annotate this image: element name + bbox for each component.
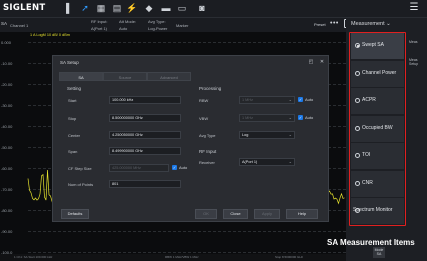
bandwidth-text: RBW 1 MHz/VBW 1 MHz <box>165 255 199 259</box>
tab-source[interactable]: Source <box>103 72 147 81</box>
cf-step-field[interactable]: 425.000000 MHz <box>109 164 169 172</box>
dock-icon[interactable]: ◰ <box>308 59 314 65</box>
plot-status-bar: 1 Ch1: SA Start 100.000 kHz RBW 1 MHz/VB… <box>0 254 346 261</box>
tab-advanced[interactable]: Advanced <box>147 72 191 81</box>
vbw-value: 1 MHz <box>242 116 253 120</box>
mode-button-value: SA <box>376 252 382 256</box>
processing-section-title: Processing <box>199 86 222 91</box>
mode-sa-button[interactable]: Mode SA <box>373 247 385 258</box>
vbw-field[interactable]: 1 MHz ⌄ <box>239 114 295 122</box>
stop-freq-text: Stop 8.5000000 GHz <box>275 255 304 259</box>
close-button[interactable]: Close <box>223 209 248 219</box>
rbw-field[interactable]: 1 MHz ⌄ <box>239 96 295 104</box>
tab-sa[interactable]: SA <box>59 72 103 81</box>
meas-side-label[interactable]: Meas <box>409 40 418 44</box>
apply-button[interactable]: Apply <box>254 209 280 219</box>
stop-field[interactable]: 8.500000000 GHz <box>109 114 181 122</box>
receiver-select[interactable]: A(Port 1) ⌄ <box>239 158 295 166</box>
avg-type-value: Log <box>242 133 249 137</box>
receiver-label: Receiver <box>199 160 215 165</box>
cf-step-label: CF Step Size <box>68 166 92 171</box>
avg-type-select[interactable]: Log ⌄ <box>239 131 295 139</box>
measurement-title[interactable]: Measurement ⌄ <box>351 21 391 27</box>
sa-setup-dialog: SA Setup ◰ ✕ SA Source Advanced Setting … <box>52 55 329 222</box>
rbw-label: RBW <box>199 98 209 103</box>
measurement-items-highlight <box>349 32 406 226</box>
start-label: Start <box>68 98 77 103</box>
meas-setup-side-label[interactable]: Meas Setup <box>409 58 425 66</box>
vbw-auto-label: Auto <box>305 115 314 120</box>
ok-button[interactable]: OK <box>195 209 217 219</box>
cf-step-auto-label: Auto <box>179 165 188 170</box>
chevron-down-icon: ⌄ <box>288 132 292 137</box>
chevron-down-icon: ⌄ <box>386 21 391 27</box>
rbw-auto-label: Auto <box>305 97 314 102</box>
measurement-title-text: Measurement <box>351 21 385 27</box>
start-field[interactable]: 100.000 kHz <box>109 96 181 104</box>
stop-label: Stop <box>68 116 77 121</box>
start-freq-text: 1 Ch1: SA Start 100.000 kHz <box>14 255 53 259</box>
caption-text: SA Measurement Items <box>327 238 415 247</box>
defaults-button[interactable]: Defaults <box>61 209 89 219</box>
cf-step-auto-checkbox[interactable]: ✓ <box>172 165 177 170</box>
avg-type-label: Avg Type <box>199 133 216 138</box>
span-field[interactable]: 8.499900000 GHz <box>109 147 181 155</box>
close-icon[interactable]: ✕ <box>319 59 325 65</box>
rbw-value: 1 MHz <box>242 98 253 102</box>
receiver-value: A(Port 1) <box>242 160 258 164</box>
dialog-title: SA Setup <box>60 60 79 65</box>
center-field[interactable]: 4.250050000 GHz <box>109 131 181 139</box>
vbw-label: VBW <box>199 116 209 121</box>
chevron-down-icon: ⌄ <box>288 97 292 102</box>
vbw-auto-checkbox[interactable]: ✓ <box>298 115 303 120</box>
points-field[interactable]: 801 <box>109 180 181 188</box>
chevron-down-icon: ⌄ <box>288 159 292 164</box>
rf-input-section-title: RF Input <box>199 149 217 154</box>
chevron-down-icon: ⌄ <box>288 115 292 120</box>
help-button[interactable]: Help <box>286 209 318 219</box>
setting-section-title: Setting <box>67 86 82 91</box>
rbw-auto-checkbox[interactable]: ✓ <box>298 97 303 102</box>
center-label: Center <box>68 133 81 138</box>
span-label: Span <box>68 149 78 154</box>
points-label: Num of Points <box>68 182 94 187</box>
